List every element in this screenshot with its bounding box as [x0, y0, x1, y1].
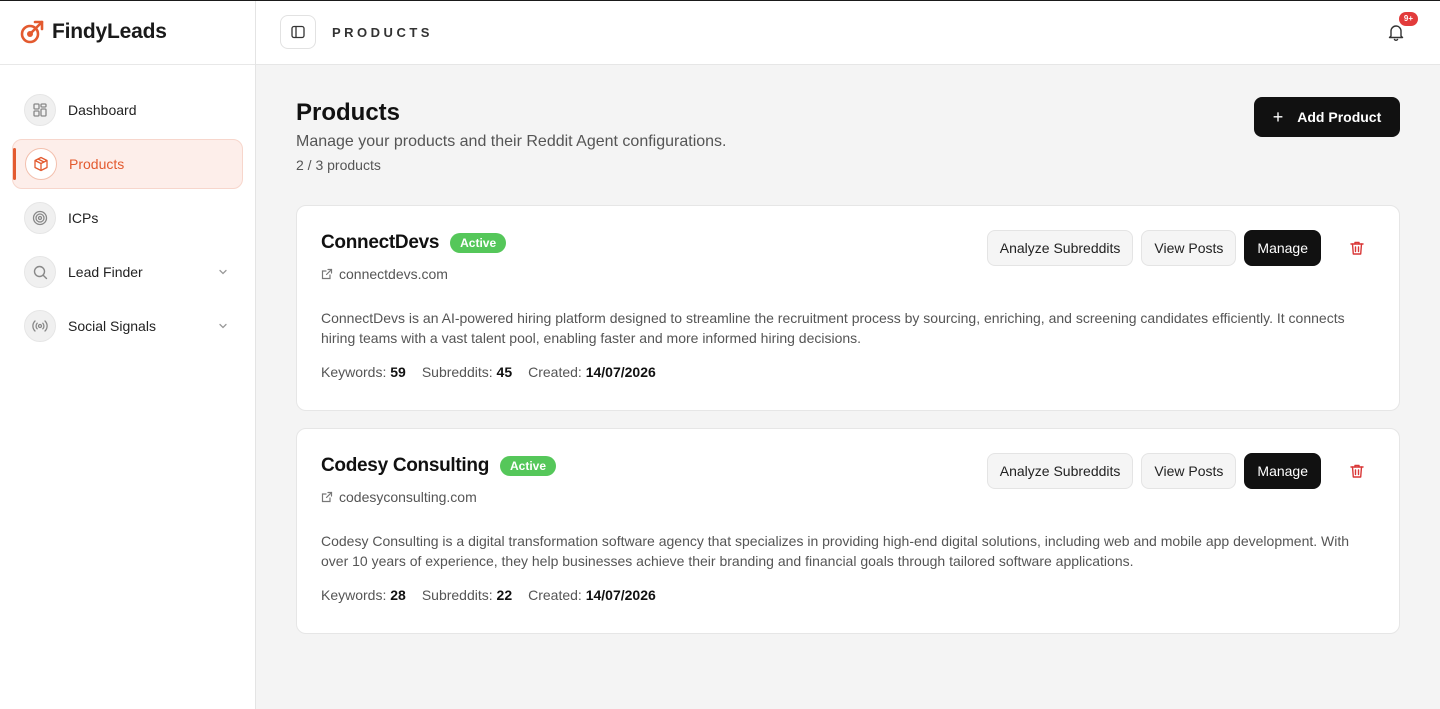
created-stat: Created: 14/07/2026: [528, 364, 656, 380]
trash-icon[interactable]: [1349, 240, 1365, 256]
product-description: Codesy Consulting is a digital transform…: [321, 533, 1350, 569]
plus-icon: +: [1272, 106, 1284, 127]
target-icon: [24, 202, 56, 234]
product-name[interactable]: Codesy Consulting: [321, 455, 489, 477]
sidebar-item-label: Dashboard: [68, 102, 137, 118]
sidebar-toggle-button[interactable]: [280, 15, 316, 49]
box-icon: [25, 148, 57, 180]
keywords-value: 28: [390, 587, 406, 603]
header-title: PRODUCTS: [332, 24, 433, 40]
product-url-text: codesyconsulting.com: [339, 489, 477, 505]
page-subtitle: Manage your products and their Reddit Ag…: [296, 133, 727, 150]
keywords-value: 59: [390, 364, 406, 380]
subreddits-stat: Subreddits: 45: [421, 364, 513, 380]
manage-button[interactable]: Manage: [1244, 230, 1321, 266]
product-meta: Keywords: 59 Subreddits: 45 Created: 14/…: [321, 364, 1375, 380]
view-posts-button[interactable]: View Posts: [1141, 230, 1237, 266]
product-card: ConnectDevs Active connectdevs.com Conne…: [296, 205, 1400, 411]
product-actions: Analyze Subreddits View Posts Manage: [986, 230, 1365, 266]
sidebar-item-label: Lead Finder: [68, 264, 143, 280]
analyze-subreddits-button[interactable]: Analyze Subreddits: [986, 453, 1134, 489]
analyze-subreddits-button[interactable]: Analyze Subreddits: [986, 230, 1134, 266]
sidebar-item-products[interactable]: Products: [12, 139, 243, 189]
sidebar-item-icps[interactable]: ICPs: [12, 193, 243, 243]
product-url[interactable]: connectdevs.com: [321, 266, 1375, 282]
sidebar-item-dashboard[interactable]: Dashboard: [12, 85, 243, 135]
top-header: PRODUCTS 9+: [256, 0, 1440, 65]
keywords-stat: Keywords: 59: [321, 364, 406, 380]
sidebar-item-lead-finder[interactable]: Lead Finder: [12, 247, 243, 297]
created-stat: Created: 14/07/2026: [528, 587, 656, 603]
broadcast-icon: [24, 310, 56, 342]
window-top-border: [0, 0, 1440, 1]
chevron-down-icon[interactable]: [217, 320, 229, 332]
external-link-icon: [321, 491, 333, 503]
external-link-icon: [321, 268, 333, 280]
notification-badge: 9+: [1398, 12, 1418, 26]
page-title: Products: [296, 99, 401, 126]
subreddits-value: 22: [496, 587, 513, 603]
chevron-down-icon[interactable]: [217, 266, 229, 278]
add-product-button[interactable]: + Add Product: [1254, 97, 1400, 137]
product-url-text: connectdevs.com: [339, 266, 448, 282]
grid-icon: [24, 94, 56, 126]
view-posts-button[interactable]: View Posts: [1141, 453, 1237, 489]
subreddits-value: 45: [496, 364, 513, 380]
sidebar-panel-icon: [291, 25, 305, 39]
product-actions: Analyze Subreddits View Posts Manage: [986, 453, 1365, 489]
status-badge: Active: [450, 233, 507, 253]
created-value: 14/07/2026: [585, 587, 656, 603]
logo-icon: [20, 20, 44, 44]
sidebar-item-label: Social Signals: [68, 318, 156, 334]
trash-icon[interactable]: [1349, 463, 1365, 479]
sidebar-item-label: ICPs: [68, 210, 99, 226]
sidebar: FindyLeads Dashboard Products ICPs Lead …: [0, 0, 256, 709]
add-product-label: Add Product: [1297, 109, 1382, 125]
product-card: Codesy Consulting Active codesyconsultin…: [296, 428, 1400, 634]
subreddits-stat: Subreddits: 22: [421, 587, 513, 603]
created-value: 14/07/2026: [585, 364, 656, 380]
search-icon: [24, 256, 56, 288]
sidebar-nav: Dashboard Products ICPs Lead Finder Soci…: [0, 65, 255, 351]
product-description: ConnectDevs is an AI-powered hiring plat…: [321, 310, 1345, 346]
product-count: 2 / 3 products: [296, 157, 381, 173]
brand-name: FindyLeads: [52, 20, 167, 43]
product-url[interactable]: codesyconsulting.com: [321, 489, 1375, 505]
page-head: Products Manage your products and their …: [296, 97, 1400, 173]
brand[interactable]: FindyLeads: [0, 0, 255, 65]
product-name[interactable]: ConnectDevs: [321, 232, 439, 254]
status-badge: Active: [500, 456, 557, 476]
product-meta: Keywords: 28 Subreddits: 22 Created: 14/…: [321, 587, 1375, 603]
sidebar-item-social-signals[interactable]: Social Signals: [12, 301, 243, 351]
manage-button[interactable]: Manage: [1244, 453, 1321, 489]
keywords-stat: Keywords: 28: [321, 587, 406, 603]
sidebar-item-label: Products: [69, 156, 125, 172]
